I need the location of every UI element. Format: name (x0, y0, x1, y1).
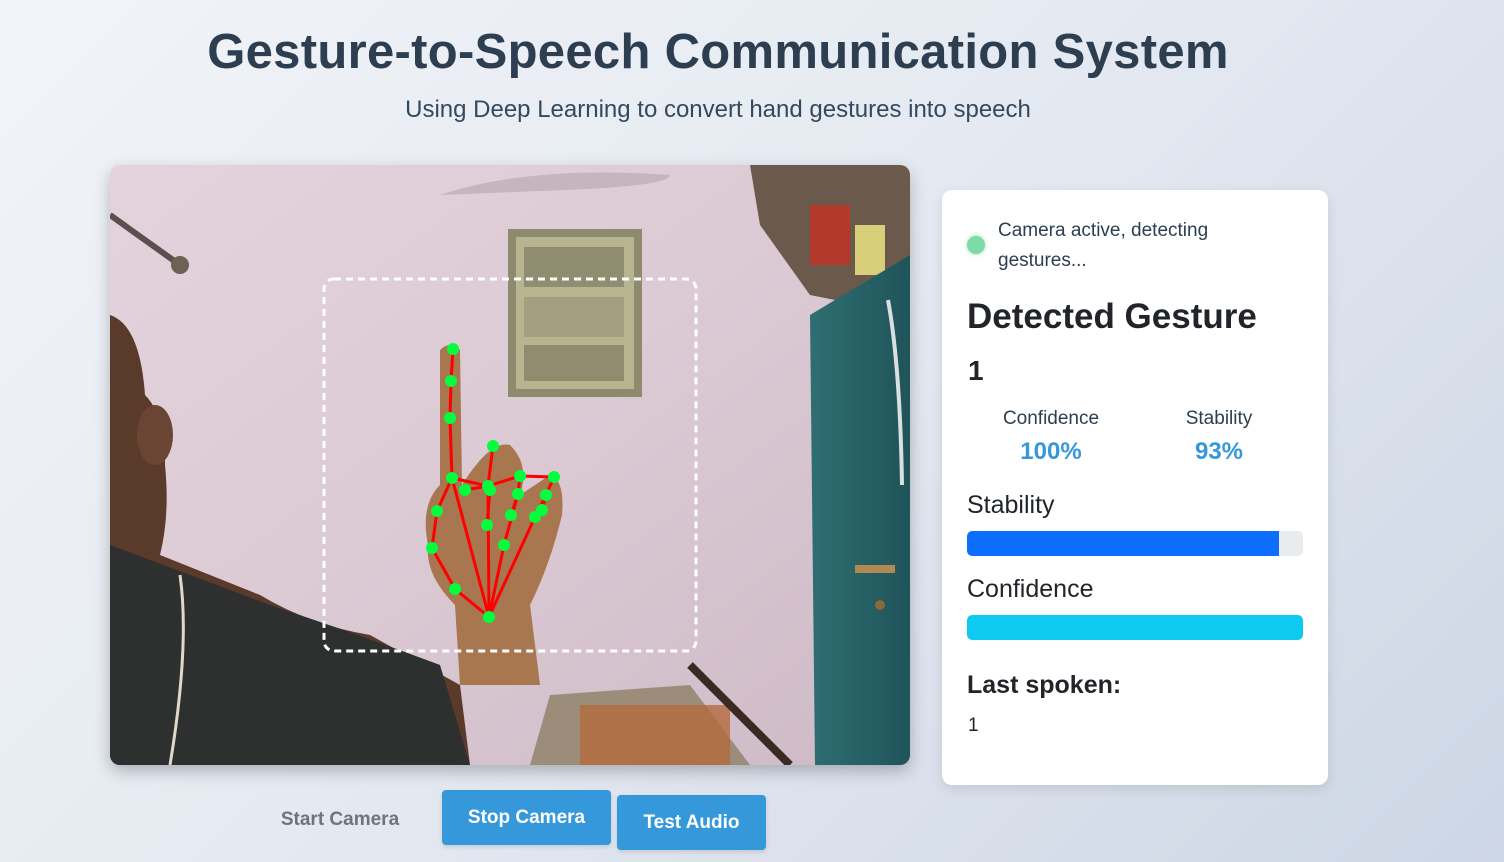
last-spoken-value: 1 (968, 715, 979, 736)
confidence-metric: Confidence 100% (966, 408, 1136, 466)
detected-gesture-value: 1 (968, 355, 984, 386)
camera-feed-image (110, 165, 910, 765)
page-subtitle: Using Deep Learning to convert hand gest… (405, 96, 1031, 123)
confidence-metric-label: Confidence (1002, 408, 1100, 429)
camera-controls: Start Camera Stop Camera Test Audio (0, 790, 1504, 862)
wall-poster-shape (508, 229, 642, 397)
camera-feed (110, 165, 910, 765)
confidence-bar-label: Confidence (967, 575, 1094, 603)
stability-metric: Stability 93% (1134, 408, 1304, 466)
status-indicator-icon (967, 236, 985, 254)
start-camera-button[interactable]: Start Camera (258, 796, 422, 844)
test-audio-button[interactable]: Test Audio (617, 795, 766, 850)
confidence-progress-fill (967, 615, 1303, 640)
stability-metric-label: Stability (1185, 408, 1253, 429)
confidence-progress-bar (967, 615, 1303, 640)
confidence-metric-value: 100% (1020, 438, 1082, 465)
stability-progress-fill (967, 531, 1280, 556)
stop-camera-button[interactable]: Stop Camera (442, 790, 611, 845)
stability-progress-bar (967, 531, 1303, 556)
status-row: Camera active, detecting gestures... (967, 216, 1297, 276)
detection-panel: Camera active, detecting gestures... Det… (942, 190, 1328, 785)
detected-gesture-heading: Detected Gesture (967, 297, 1257, 336)
stability-metric-value: 93% (1194, 438, 1244, 465)
stability-bar-label: Stability (967, 491, 1055, 519)
status-text: Camera active, detecting gestures... (998, 220, 1209, 271)
cupboard-door-shape (810, 255, 910, 765)
last-spoken-label: Last spoken: (967, 671, 1122, 699)
page-title: Gesture-to-Speech Communication System (207, 25, 1229, 79)
